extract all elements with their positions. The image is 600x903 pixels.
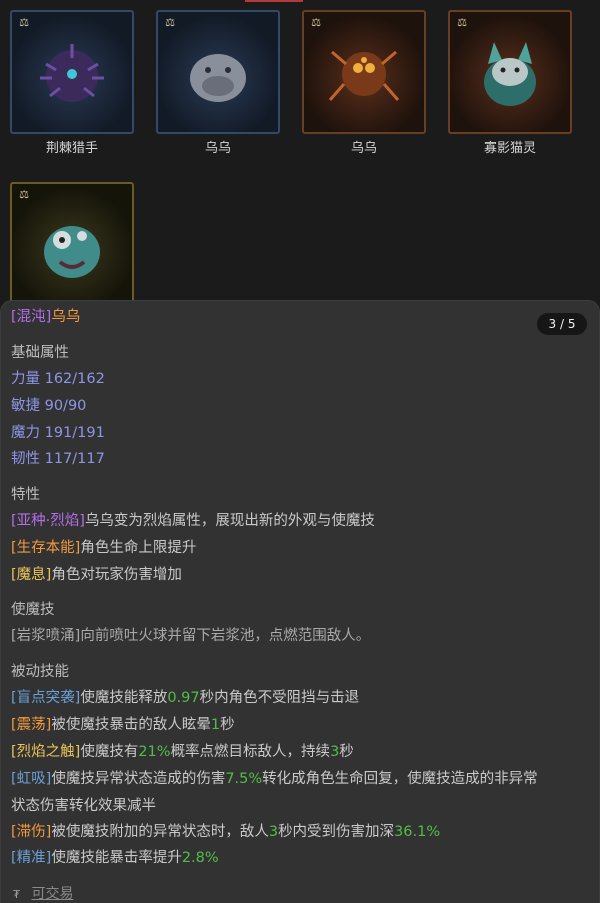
passive-row: [烈焰之触]使魔技有21%概率点燃目标敌人，持续3秒: [11, 740, 354, 761]
pet-name: 寡影猫灵: [483, 141, 536, 156]
fire-spider-icon: [328, 50, 400, 101]
passive-tag: [烈焰之触]: [11, 744, 81, 760]
passive-tag: [精准]: [11, 850, 52, 866]
passive-text: 使魔技能暴击率提升: [51, 850, 182, 866]
passive-text: 秒内受到伤害加深: [278, 824, 395, 840]
passive-heading: 被动技能: [11, 664, 69, 680]
passive-text: 秒内角色不受阻挡与击退: [199, 690, 360, 706]
passive-row: [盲点突袭]使魔技能释放0.97秒内角色不受阻挡与击退: [11, 686, 359, 707]
passive-value: 2.8%: [181, 850, 219, 866]
pet-name: 荆棘猎手: [45, 141, 98, 156]
trait-tag: [魔息]: [11, 567, 52, 583]
top-bar: [0, 0, 600, 3]
passive-value: 0.97: [167, 690, 200, 706]
passive-text: 被使魔技附加的异常状态时，敌人: [51, 824, 269, 840]
skill-heading: 使魔技: [11, 602, 55, 618]
pet-thumbnail[interactable]: ⚖: [302, 10, 426, 134]
pet-thumbnail[interactable]: ⚖: [448, 10, 572, 134]
passive-text: 使魔技异常状态造成的伤害: [51, 771, 226, 787]
passive-text: 被使魔技暴击的敌人眩晕: [51, 717, 211, 733]
passive-value: 36.1%: [394, 824, 441, 840]
trait-text: 角色对玩家伤害增加: [51, 567, 182, 583]
passive-row: [虹吸]使魔技异常状态造成的伤害7.5%转化成角色生命回复，使魔技造成的非异常: [11, 767, 538, 788]
passive-tag: [盲点突袭]: [11, 690, 81, 706]
rank-icon: ⚖: [165, 16, 175, 29]
passive-value: 3: [268, 824, 279, 840]
trait-text: 角色生命上限提升: [80, 540, 197, 556]
pet-thumbnail[interactable]: ⚖: [156, 10, 280, 134]
trait-text: 乌乌变为烈焰属性，展现出新的外观与使魔技: [84, 513, 375, 529]
thorny-beast-icon: [40, 44, 104, 102]
pet-thumbnail[interactable]: ⚖: [10, 10, 134, 134]
passive-text-continued: 状态伤害转化效果减半: [11, 798, 156, 814]
passive-text: 转化成角色生命回复，使魔技造成的非异常: [262, 771, 538, 787]
rank-icon: ⚖: [457, 16, 467, 29]
stat-magic: 魔力 191/191: [11, 425, 105, 441]
trait-tag: [生存本能]: [11, 540, 81, 556]
tradable-row[interactable]: ₮ 可交易: [13, 883, 73, 903]
passive-text: 概率点燃目标敌人，持续: [170, 744, 331, 760]
rarity-tag: [混沌]: [11, 309, 52, 325]
passive-tag: [虹吸]: [11, 771, 52, 787]
ghost-cat-icon: [484, 42, 536, 106]
passive-text: 秒: [220, 717, 235, 733]
passive-text: 使魔技有: [80, 744, 139, 760]
active-tab-indicator: [245, 0, 303, 2]
passive-value: 21%: [138, 744, 171, 760]
trade-icon: ₮: [13, 888, 20, 901]
passive-text: 使魔技能释放: [80, 690, 168, 706]
passive-row: [精准]使魔技能暴击率提升2.8%: [11, 846, 219, 867]
passive-tag: [震荡]: [11, 717, 52, 733]
stat-strength: 力量 162/162: [11, 371, 105, 387]
passive-value: 7.5%: [225, 771, 263, 787]
trait-tag: [亚种·烈焰]: [11, 513, 85, 529]
pale-beast-icon: [190, 54, 246, 102]
passive-row: [震荡]被使魔技暴击的敌人眩晕1秒: [11, 713, 235, 734]
passive-value: 3: [330, 744, 340, 760]
passive-text: 秒: [339, 744, 354, 760]
stat-agility: 敏捷 90/90: [11, 398, 87, 414]
trait-row: [亚种·烈焰]乌乌变为烈焰属性，展现出新的外观与使魔技: [11, 509, 375, 530]
stat-toughness: 韧性 117/117: [11, 451, 105, 467]
rank-icon: ⚖: [311, 16, 321, 29]
passive-row: [滞伤]被使魔技附加的异常状态时，敌人3秒内受到伤害加深36.1%: [11, 820, 440, 841]
page-indicator: 3 / 5: [537, 313, 587, 335]
pet-title: [混沌]乌乌: [11, 305, 80, 326]
pet-name: 乌乌: [204, 141, 231, 156]
teal-beast-icon: [44, 226, 100, 278]
pet-title-name: 乌乌: [51, 309, 81, 325]
tradable-label[interactable]: 可交易: [31, 886, 73, 902]
pet-name: 乌乌: [350, 141, 377, 156]
traits-heading: 特性: [11, 487, 40, 503]
trait-row: [魔息]角色对玩家伤害增加: [11, 563, 182, 584]
pet-thumbnail[interactable]: ⚖: [10, 182, 134, 306]
rank-icon: ⚖: [19, 188, 29, 201]
trait-row: [生存本能]角色生命上限提升: [11, 536, 196, 557]
passive-value: 1: [210, 717, 221, 733]
skill-description: [岩浆喷涌]向前喷吐火球并留下岩浆池，点燃范围敌人。: [11, 628, 371, 644]
pet-detail-panel: [混沌]乌乌 3 / 5 基础属性 力量 162/162 敏捷 90/90 魔力…: [0, 300, 600, 903]
base-stats-heading: 基础属性: [11, 345, 69, 361]
passive-tag: [滞伤]: [11, 824, 52, 840]
rank-icon: ⚖: [19, 16, 29, 29]
